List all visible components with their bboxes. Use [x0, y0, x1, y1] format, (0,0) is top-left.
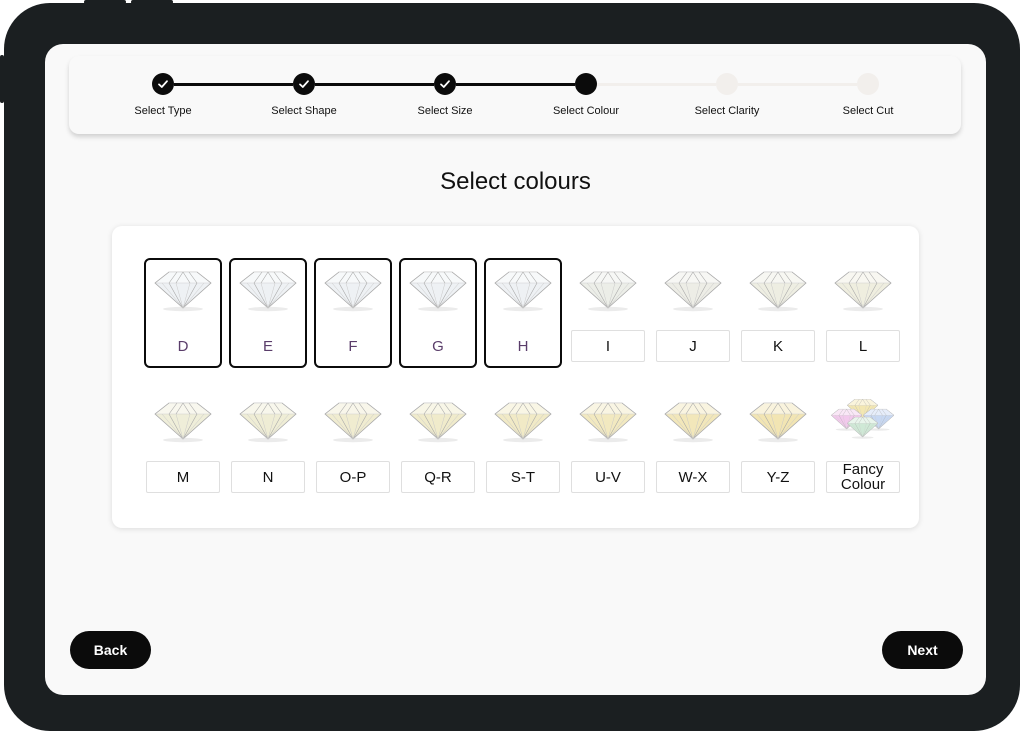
colour-option-w-x[interactable]: W-X	[654, 389, 732, 499]
step-label: Select Cut	[842, 105, 894, 117]
diamond-icon	[831, 399, 895, 439]
colour-label: L	[826, 330, 900, 362]
step-label: Select Colour	[552, 105, 620, 117]
step-label: Select Type	[134, 105, 192, 117]
diamond-icon	[664, 271, 722, 312]
colour-option-e[interactable]: E	[229, 258, 307, 368]
colour-label: Q-R	[401, 461, 475, 493]
colour-option-fancy-colour[interactable]: Fancy Colour	[824, 389, 902, 499]
progress-stepper: Select Type Select Shape Select Size Select…	[69, 56, 961, 134]
colour-label: O-P	[316, 461, 390, 493]
colour-option-d[interactable]: D	[144, 258, 222, 368]
step-indicator	[293, 73, 315, 95]
diamond-icon	[324, 402, 382, 443]
colour-option-n[interactable]: N	[229, 389, 307, 499]
step-indicator	[857, 73, 879, 95]
step-label: Select Shape	[271, 105, 337, 117]
colour-label: Y-Z	[741, 461, 815, 493]
diamond-icon	[579, 402, 637, 443]
diamond-icon	[494, 402, 552, 443]
diamond-icon	[154, 271, 212, 312]
colour-option-q-r[interactable]: Q-R	[399, 389, 477, 499]
colour-label: N	[231, 461, 305, 493]
diamond-icon	[239, 402, 297, 443]
colour-option-m[interactable]: M	[144, 389, 222, 499]
colour-label: I	[571, 330, 645, 362]
colour-label: J	[656, 330, 730, 362]
colour-label: H	[517, 337, 529, 355]
colour-option-y-z[interactable]: Y-Z	[739, 389, 817, 499]
colour-option-s-t[interactable]: S-T	[484, 389, 562, 499]
page-title: Select colours	[440, 168, 591, 195]
step-select-size: Select Size	[380, 73, 510, 117]
colour-label: D	[177, 337, 189, 355]
tablet-frame: Select Type Select Shape Select Size Select…	[4, 3, 1020, 731]
colour-label: G	[432, 337, 444, 355]
step-label: Select Size	[417, 105, 473, 117]
colour-option-h[interactable]: H	[484, 258, 562, 368]
colour-row: M N O-P Q-R S-T U-V W-X Y-Z Fancy Colour	[144, 389, 902, 499]
colour-label: U-V	[571, 461, 645, 493]
colour-option-o-p[interactable]: O-P	[314, 389, 392, 499]
step-indicator	[152, 73, 174, 95]
diamond-icon	[324, 271, 382, 312]
diamond-icon	[834, 271, 892, 312]
check-icon	[158, 80, 168, 88]
step-select-shape: Select Shape	[239, 73, 369, 117]
diamond-icon	[749, 402, 807, 443]
colour-option-i[interactable]: I	[569, 258, 647, 368]
colour-label: Fancy Colour	[826, 461, 900, 493]
diamond-icon	[409, 271, 467, 312]
colour-option-l[interactable]: L	[824, 258, 902, 368]
colour-label: E	[262, 337, 273, 355]
step-indicator	[716, 73, 738, 95]
power-button	[0, 55, 4, 103]
colour-option-j[interactable]: J	[654, 258, 732, 368]
colour-option-k[interactable]: K	[739, 258, 817, 368]
step-select-clarity: Select Clarity	[662, 73, 792, 117]
next-button[interactable]: Next	[882, 631, 963, 669]
colour-label: W-X	[656, 461, 730, 493]
diamond-icon	[749, 271, 807, 312]
app-screen: Select Type Select Shape Select Size Select…	[45, 44, 986, 695]
colour-panel: D E F G H I J K L M N O-P Q-R S-T U-V W-X Y-Z Fancy Colou…	[112, 226, 919, 528]
diamond-icon	[579, 271, 637, 312]
colour-label: S-T	[486, 461, 560, 493]
diamond-icon	[154, 402, 212, 443]
diamond-icon	[664, 402, 722, 443]
step-select-colour: Select Colour	[521, 73, 651, 117]
volume-down-button	[131, 0, 173, 4]
volume-up-button	[84, 0, 126, 4]
step-indicator	[575, 73, 597, 95]
check-icon	[299, 80, 309, 88]
diamond-icon	[494, 271, 552, 312]
diamond-icon	[239, 271, 297, 312]
colour-option-g[interactable]: G	[399, 258, 477, 368]
colour-option-u-v[interactable]: U-V	[569, 389, 647, 499]
check-icon	[440, 80, 450, 88]
colour-label: K	[741, 330, 815, 362]
colour-row: D E F G H IJKL	[144, 258, 902, 368]
colour-grid: D E F G H I J K L M N O-P Q-R S-T U-V W-X Y-Z Fancy Colou…	[144, 258, 902, 499]
step-indicator	[434, 73, 456, 95]
step-label: Select Clarity	[694, 105, 760, 117]
colour-option-f[interactable]: F	[314, 258, 392, 368]
step-select-type: Select Type	[98, 73, 228, 117]
diamond-icon	[409, 402, 467, 443]
step-select-cut: Select Cut	[803, 73, 933, 117]
colour-label: M	[146, 461, 220, 493]
colour-label: F	[348, 337, 358, 355]
back-button[interactable]: Back	[70, 631, 151, 669]
